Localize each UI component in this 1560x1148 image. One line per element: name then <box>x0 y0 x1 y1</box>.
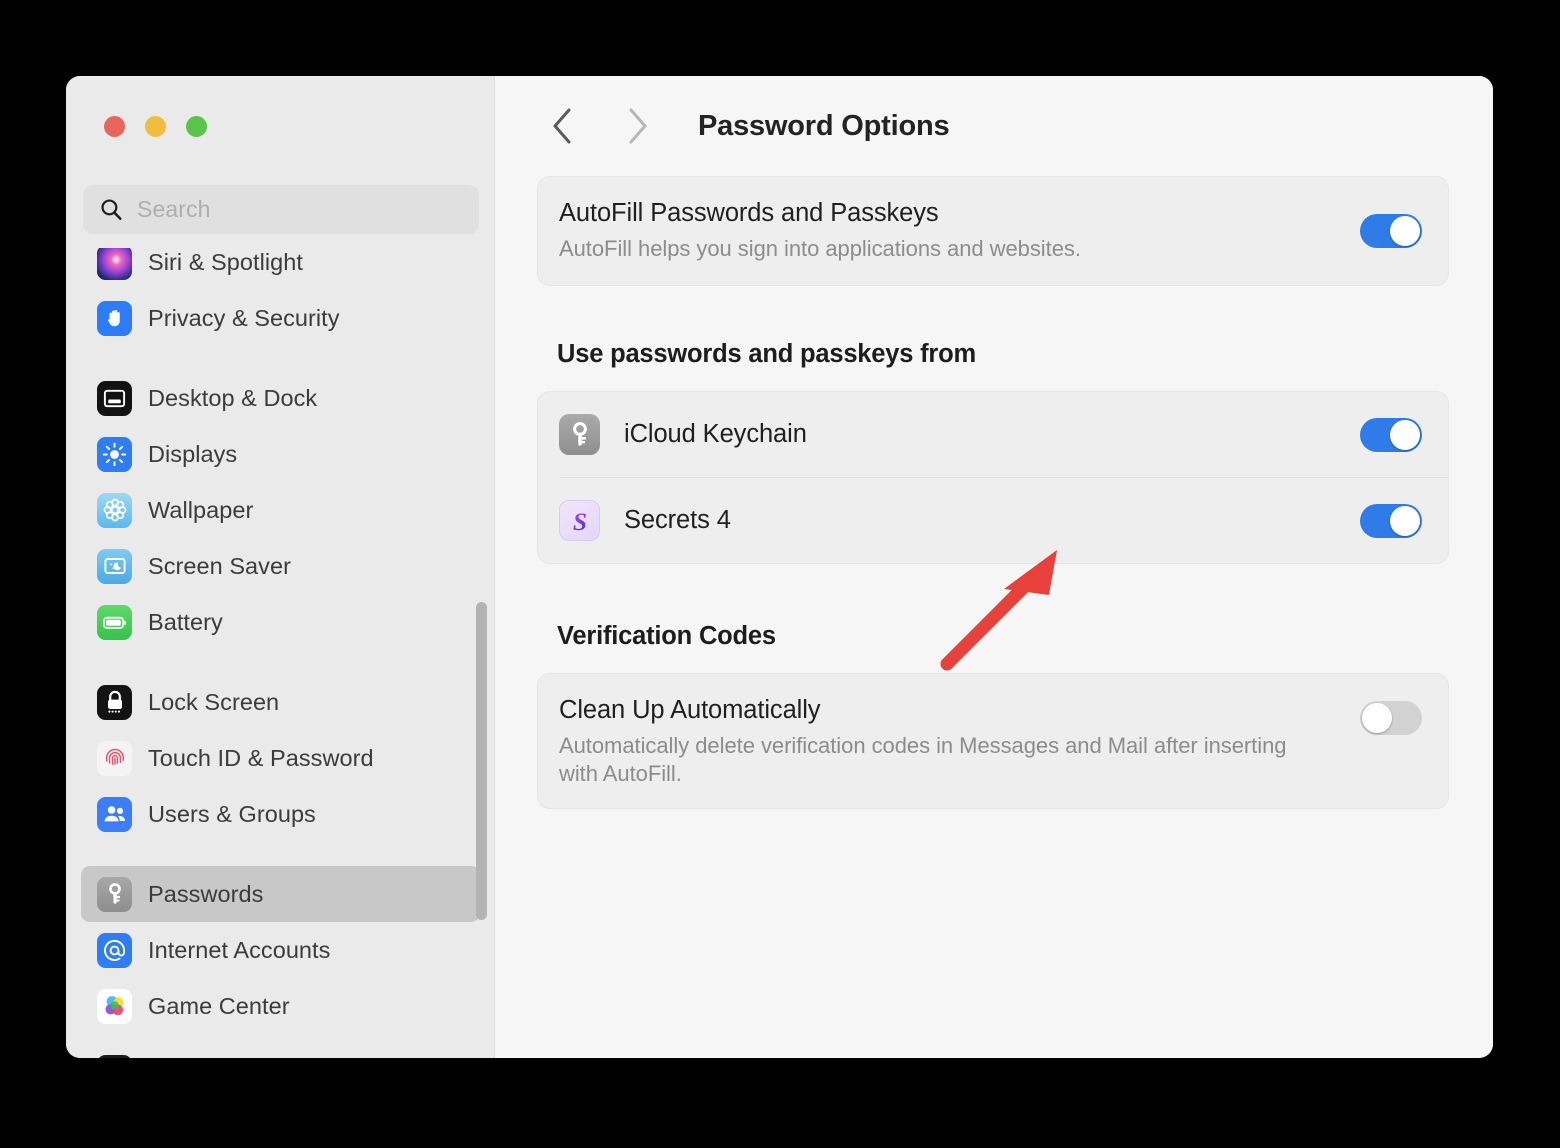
sidebar-item-label: Battery <box>148 608 223 635</box>
sidebar-item-touch-id-password[interactable]: Touch ID & Password <box>81 730 480 786</box>
sidebar-item-wallpaper[interactable]: Wallpaper <box>81 482 480 538</box>
sidebar-item-siri-spotlight[interactable]: Siri & Spotlight <box>81 248 480 290</box>
system-settings-window: Search Siri & Spotlight Privacy & Securit… <box>66 76 1493 1058</box>
sidebar-item-label: Privacy & Security <box>148 304 340 331</box>
svg-text:S: S <box>573 509 587 536</box>
search-placeholder: Search <box>137 196 211 222</box>
flower-icon <box>97 492 132 528</box>
minimize-button[interactable] <box>145 116 166 137</box>
sidebar-scrollbar[interactable] <box>476 602 487 920</box>
screensaver-icon <box>97 548 132 584</box>
search-icon <box>101 199 122 220</box>
key-icon <box>97 876 132 912</box>
autofill-row[interactable]: AutoFill Passwords and Passkeys AutoFill… <box>538 177 1448 285</box>
autofill-card: AutoFill Passwords and Passkeys AutoFill… <box>537 176 1449 286</box>
sidebar-item-label: Users & Groups <box>148 800 316 827</box>
sidebar-item-label: Lock Screen <box>148 688 280 715</box>
autofill-title: AutoFill Passwords and Passkeys <box>559 198 939 227</box>
settings-panel: AutoFill Passwords and Passkeys AutoFill… <box>495 176 1493 809</box>
sidebar-scroll-area[interactable]: Siri & Spotlight Privacy & Security Deskto… <box>66 248 495 1058</box>
sidebar: Search Siri & Spotlight Privacy & Securit… <box>66 76 495 1058</box>
sidebar-item-users-groups[interactable]: Users & Groups <box>81 786 480 842</box>
clean-up-toggle[interactable] <box>1360 701 1422 735</box>
sources-heading: Use passwords and passkeys from <box>557 340 976 368</box>
verification-codes-heading: Verification Codes <box>557 622 776 650</box>
source-name-secrets-4: Secrets 4 <box>624 506 731 534</box>
clean-up-title: Clean Up Automatically <box>559 696 821 724</box>
sidebar-item-label: Desktop & Dock <box>148 384 318 411</box>
sidebar-item-lock-screen[interactable]: Lock Screen <box>81 674 480 730</box>
sidebar-item-label: Screen Saver <box>148 552 291 579</box>
password-sources-card: iCloud Keychain S Secrets 4 <box>537 391 1449 564</box>
sidebar-item-passwords[interactable]: Passwords <box>81 866 480 922</box>
page-title: Password Options <box>698 109 950 142</box>
autofill-subtitle: AutoFill helps you sign into application… <box>559 235 1081 261</box>
source-row-secrets-4[interactable]: S Secrets 4 <box>538 478 1448 563</box>
maximize-button[interactable] <box>186 116 207 137</box>
people-icon <box>97 796 132 832</box>
sidebar-item-label: Internet Accounts <box>148 936 331 963</box>
sidebar-item-label: Siri & Spotlight <box>148 248 303 275</box>
brightness-icon <box>97 436 132 472</box>
sidebar-item-label: Displays <box>148 440 238 467</box>
sidebar-item-label: Touch ID & Password <box>148 744 374 771</box>
sidebar-nav-list: Siri & Spotlight Privacy & Security Deskto… <box>66 248 495 1058</box>
fingerprint-icon <box>97 740 132 776</box>
clean-up-row[interactable]: Clean Up Automatically Automatically del… <box>538 674 1448 808</box>
padlock-icon <box>97 684 132 720</box>
chevron-right-icon <box>629 108 647 144</box>
autofill-toggle[interactable] <box>1360 214 1422 248</box>
sidebar-item-battery[interactable]: Battery <box>81 594 480 650</box>
sidebar-item-internet-accounts[interactable]: Internet Accounts <box>81 922 480 978</box>
chevron-left-icon <box>553 108 571 144</box>
sidebar-item-label: Game Center <box>148 992 290 1019</box>
search-input[interactable]: Search <box>83 185 479 234</box>
source-toggle-secrets-4[interactable] <box>1360 503 1422 538</box>
toolbar: Password Options <box>495 76 1493 176</box>
hand-icon <box>97 300 132 336</box>
source-row-icloud-keychain[interactable]: iCloud Keychain <box>538 392 1448 477</box>
sidebar-item-label: Passwords <box>148 880 264 907</box>
sidebar-item-label: Wallpaper <box>148 496 254 523</box>
keychain-key-icon <box>559 414 600 455</box>
battery-icon <box>97 604 132 640</box>
sidebar-item-displays[interactable]: Displays <box>81 426 480 482</box>
clean-up-subtitle: Automatically delete verification codes … <box>559 733 1287 787</box>
source-toggle-icloud-keychain[interactable] <box>1360 417 1422 452</box>
game-center-icon <box>97 988 132 1024</box>
verification-codes-card: Clean Up Automatically Automatically del… <box>537 673 1449 809</box>
sidebar-item-privacy-security[interactable]: Privacy & Security <box>81 290 480 346</box>
close-button[interactable] <box>104 116 125 137</box>
source-name-icloud-keychain: iCloud Keychain <box>624 420 807 448</box>
window-controls <box>104 116 207 137</box>
forward-button[interactable] <box>610 99 664 153</box>
content-pane: Password Options AutoFill Passwords and … <box>495 76 1493 1058</box>
sidebar-item-desktop-dock[interactable]: Desktop & Dock <box>81 370 480 426</box>
sidebar-item-screen-saver[interactable]: Screen Saver <box>81 538 480 594</box>
sidebar-item-game-center[interactable]: Game Center <box>81 978 480 1034</box>
sidebar-item-clipped[interactable] <box>81 1044 480 1058</box>
desktop-dock-icon <box>97 380 132 416</box>
back-button[interactable] <box>536 99 590 153</box>
secrets-app-icon: S <box>559 500 600 541</box>
siri-icon <box>97 248 132 280</box>
clipped-app-icon <box>97 1054 132 1058</box>
at-sign-icon <box>97 932 132 968</box>
